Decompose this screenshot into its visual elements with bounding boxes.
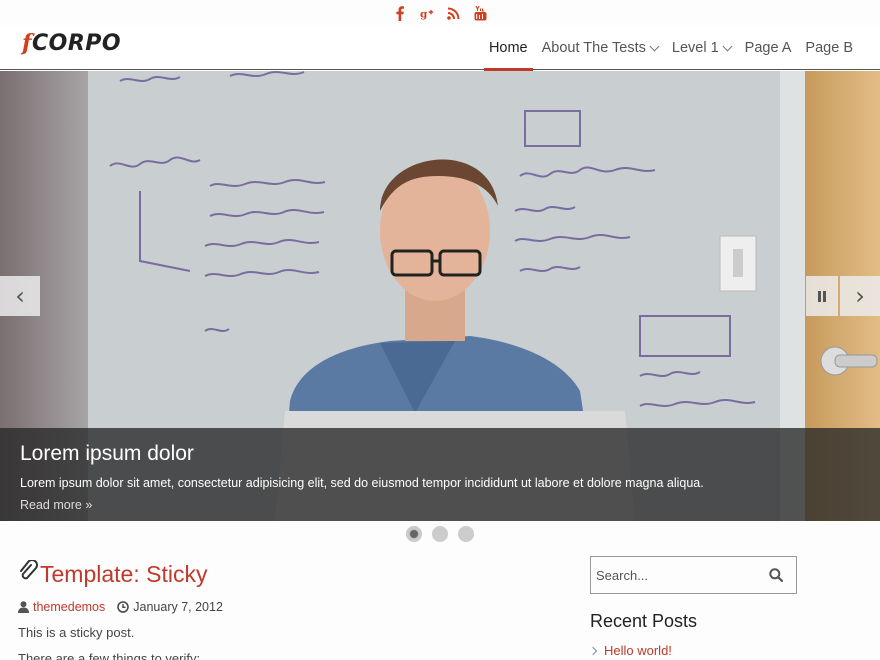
nav-item-level-1[interactable]: Level 1 bbox=[665, 26, 738, 70]
user-icon bbox=[18, 601, 29, 613]
nav-label: Level 1 bbox=[671, 40, 719, 56]
double-chevron-right-icon: » bbox=[85, 498, 93, 512]
logo-mark: f bbox=[22, 30, 32, 56]
paperclip-icon bbox=[18, 559, 38, 588]
recent-post-link[interactable]: Hello world! bbox=[588, 643, 797, 658]
rss-icon[interactable] bbox=[447, 5, 461, 21]
slider-pause-button[interactable] bbox=[806, 276, 838, 316]
chevron-left-icon: ‹ bbox=[15, 282, 25, 310]
post-paragraph: There are a few things to verify: bbox=[18, 651, 201, 660]
hero-slider: ‹ › Lorem ipsum dolor Lorem ipsum dolor … bbox=[0, 71, 880, 521]
slide-read-more-link[interactable]: Read more » bbox=[20, 498, 860, 512]
nav-item-page-a[interactable]: Page A bbox=[738, 26, 799, 70]
site-header: fCORPO Home About The Tests Level 1 Page… bbox=[0, 26, 880, 71]
post-paragraph: This is a sticky post. bbox=[18, 625, 135, 640]
post-meta: themedemos January 7, 2012 bbox=[18, 600, 558, 614]
search-form bbox=[590, 556, 797, 594]
search-input[interactable] bbox=[591, 557, 756, 593]
main-nav: Home About The Tests Level 1 Page A Page… bbox=[482, 26, 860, 71]
chevron-right-icon bbox=[588, 646, 598, 655]
post-article: Template: Sticky themedemos January 7, 2… bbox=[18, 559, 558, 660]
read-more-label: Read more bbox=[20, 498, 82, 512]
svg-text:g: g bbox=[420, 8, 428, 20]
slider-next-button[interactable]: › bbox=[840, 276, 880, 316]
nav-label: About The Tests bbox=[541, 40, 646, 56]
slide-caption: Lorem ipsum dolor Lorem ipsum dolor sit … bbox=[0, 428, 880, 521]
nav-label: Home bbox=[488, 40, 528, 56]
search-button[interactable] bbox=[756, 557, 796, 593]
site-logo[interactable]: fCORPO bbox=[22, 30, 121, 56]
clock-icon bbox=[117, 601, 130, 613]
pause-icon-bar bbox=[823, 290, 826, 302]
nav-label: Page B bbox=[805, 40, 853, 56]
slider-prev-button[interactable]: ‹ bbox=[0, 276, 40, 316]
google-plus-icon[interactable]: g bbox=[420, 5, 434, 21]
chevron-down-icon bbox=[649, 41, 660, 51]
post-title: Template: Sticky bbox=[40, 560, 208, 587]
post-title-link[interactable]: Template: Sticky bbox=[18, 559, 558, 588]
social-bar: g bbox=[0, 0, 880, 26]
nav-item-page-b[interactable]: Page B bbox=[798, 26, 860, 70]
search-icon bbox=[769, 568, 783, 582]
slider-dot-3[interactable] bbox=[458, 526, 474, 542]
logo-text: CORPO bbox=[31, 31, 122, 56]
nav-label: Page A bbox=[744, 40, 792, 56]
pause-icon bbox=[818, 290, 821, 302]
post-date: January 7, 2012 bbox=[117, 600, 223, 614]
slider-dot-2[interactable] bbox=[432, 526, 448, 542]
slider-dot-1[interactable] bbox=[406, 526, 422, 542]
post-date-text: January 7, 2012 bbox=[133, 600, 223, 614]
post-author-link[interactable]: themedemos bbox=[18, 600, 105, 614]
recent-posts-heading: Recent Posts bbox=[590, 611, 698, 631]
youtube-icon[interactable] bbox=[474, 5, 488, 21]
chevron-down-icon bbox=[722, 41, 733, 51]
slide-title: Lorem ipsum dolor bbox=[20, 442, 194, 465]
slide-text: Lorem ipsum dolor sit amet, consectetur … bbox=[20, 476, 704, 490]
chevron-right-icon: › bbox=[855, 282, 865, 310]
nav-item-home[interactable]: Home bbox=[482, 26, 535, 71]
recent-post-title: Hello world! bbox=[604, 643, 672, 658]
nav-item-about-the-tests[interactable]: About The Tests bbox=[535, 26, 665, 70]
sidebar: Recent Posts Hello world! bbox=[588, 556, 797, 658]
post-author: themedemos bbox=[33, 600, 106, 614]
slider-pagination bbox=[0, 526, 880, 542]
facebook-icon[interactable] bbox=[393, 5, 407, 21]
